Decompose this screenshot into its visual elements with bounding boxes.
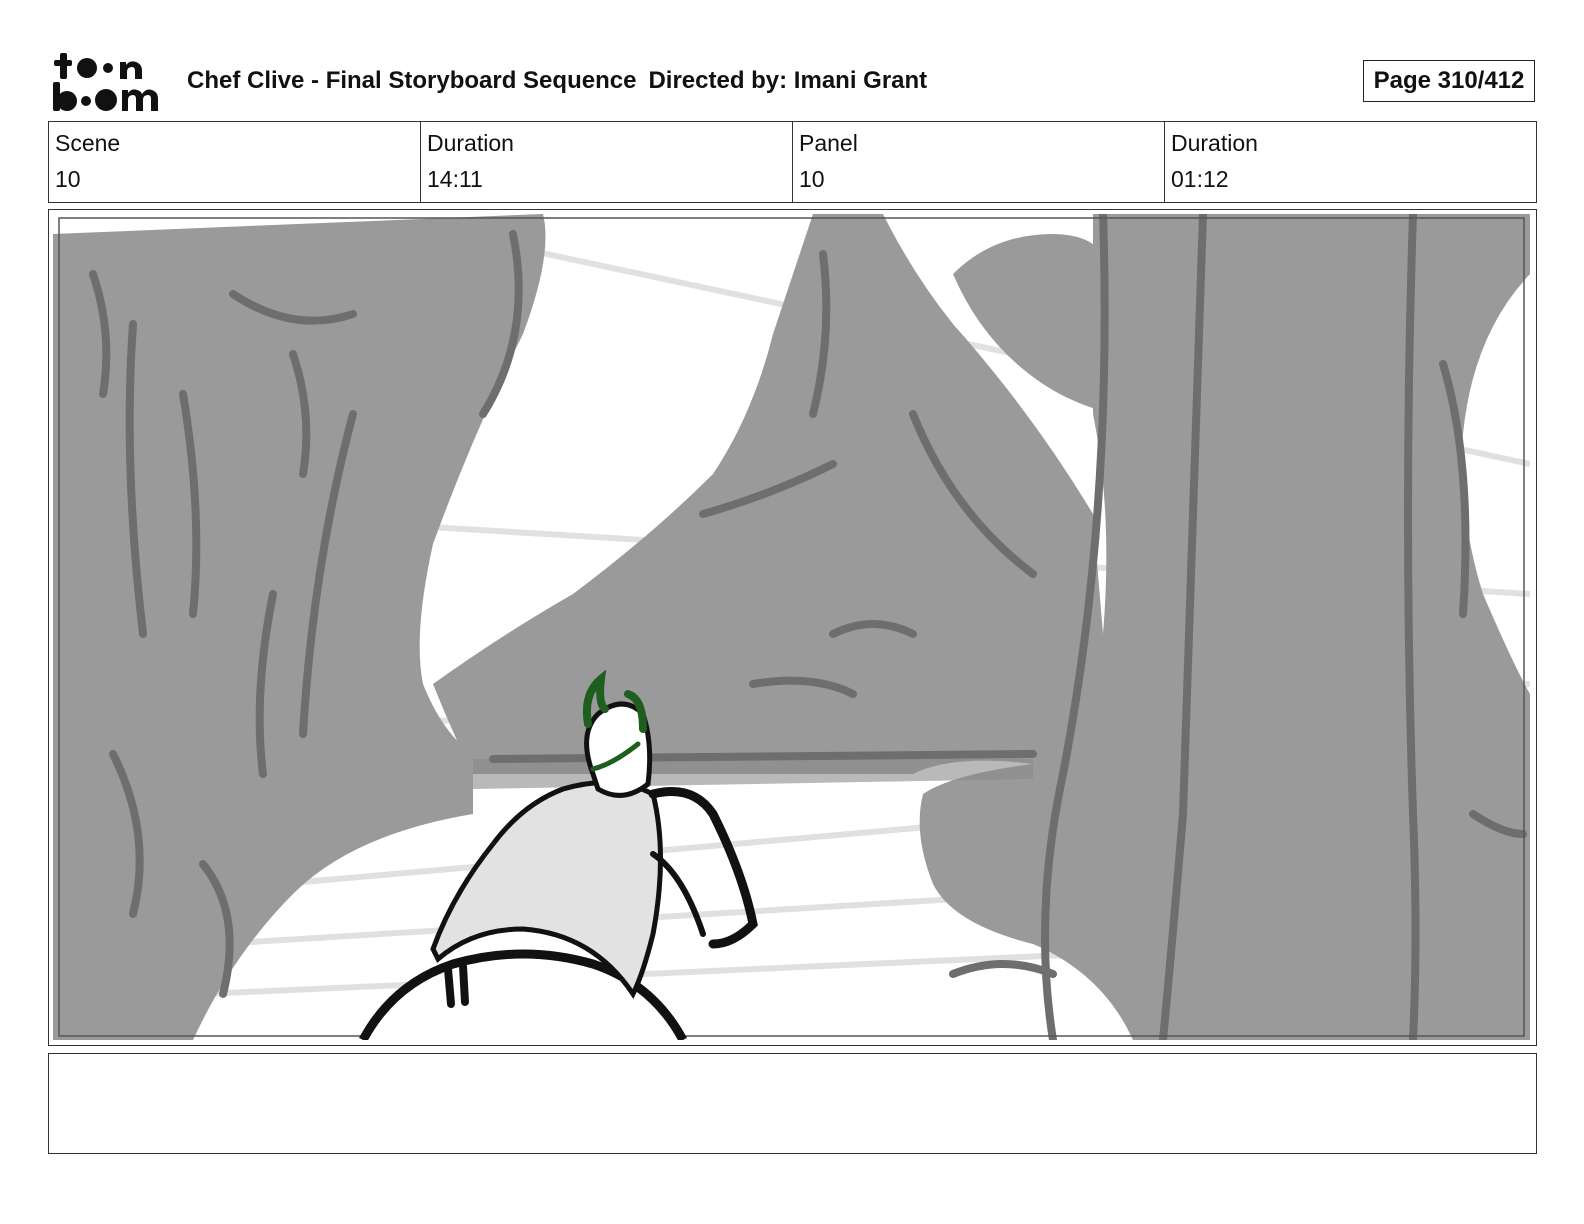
scene-duration-value: 14:11 [427,166,483,192]
page-number: Page 310/412 [1373,67,1525,94]
scene-label: Scene [55,130,121,156]
panel-duration-value: 01:12 [1171,166,1229,192]
storyboard-panel-frame [48,209,1537,1046]
scene-cell: Scene 10 [49,122,421,202]
scene-duration-cell: Duration 14:11 [421,122,793,202]
panel-notes-box [48,1053,1537,1154]
sequence-title: Chef Clive - Final Storyboard Sequence [187,67,637,94]
page-number-box: Page 310/412 [1363,60,1535,102]
document-title: Chef Clive - Final Storyboard Sequence Di… [187,66,927,96]
panel-cell: Panel 10 [793,122,1165,202]
panel-label: Panel [799,130,858,156]
panel-duration-label: Duration [1171,130,1258,156]
director-credit: Directed by: Imani Grant [648,67,928,94]
panel-value: 10 [799,166,825,192]
panel-duration-cell: Duration 01:12 [1165,122,1536,202]
scene-duration-label: Duration [427,130,514,156]
shot-info-table: Scene 10 Duration 14:11 Panel 10 Duratio… [48,121,1537,203]
toon-boom-logo [53,53,158,111]
storyboard-sketch-icon [53,214,1530,1040]
scene-value: 10 [55,166,81,192]
